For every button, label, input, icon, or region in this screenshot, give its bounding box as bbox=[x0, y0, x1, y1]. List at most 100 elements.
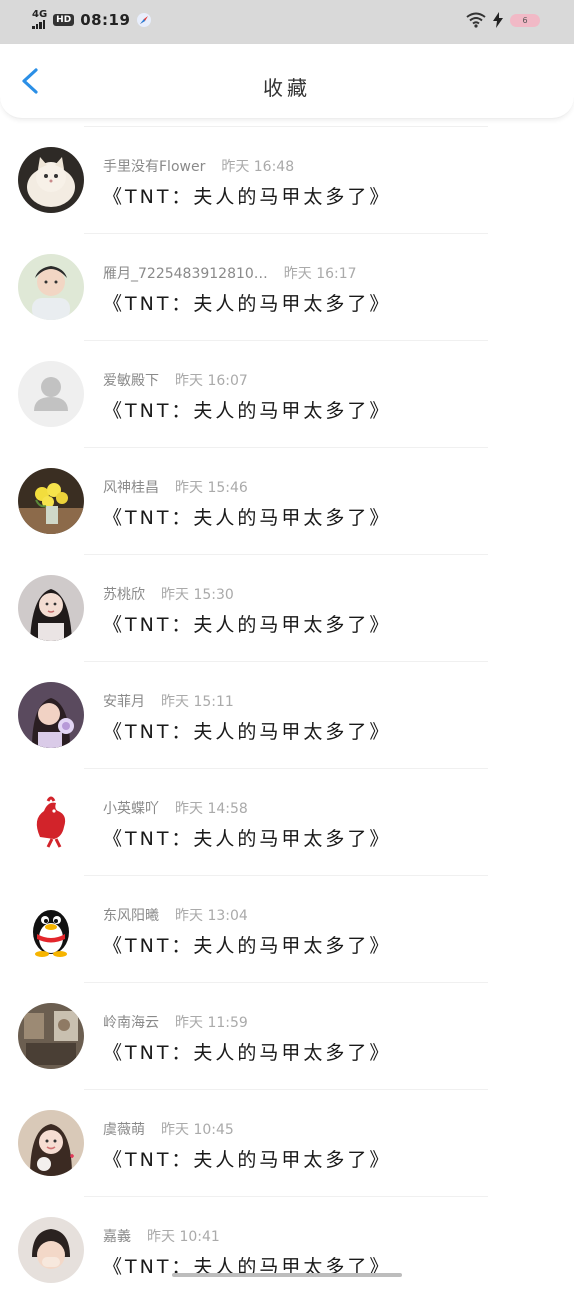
timestamp: 昨天 11:59 bbox=[175, 1015, 248, 1031]
avatar-image bbox=[18, 361, 84, 427]
item-meta: 苏桃欣 昨天 15:30 bbox=[103, 584, 234, 604]
wifi-icon bbox=[466, 12, 486, 28]
status-bar: 4G HD 08:19 6 bbox=[0, 0, 574, 44]
user-name[interactable]: 爱敏殿下 bbox=[103, 373, 159, 389]
avatar[interactable] bbox=[18, 1110, 84, 1176]
divider bbox=[84, 340, 488, 341]
user-name[interactable]: 雁月_7225483912810… bbox=[103, 266, 268, 282]
work-title[interactable]: 《TNT：夫人的马甲太多了》 bbox=[103, 503, 391, 530]
header: 收藏 bbox=[0, 44, 574, 119]
avatar[interactable] bbox=[18, 147, 84, 213]
timestamp: 昨天 15:46 bbox=[175, 480, 248, 496]
work-title[interactable]: 《TNT：夫人的马甲太多了》 bbox=[103, 182, 391, 209]
avatar-image bbox=[18, 682, 84, 748]
user-name[interactable]: 小英蝶吖 bbox=[103, 801, 159, 817]
avatar-image bbox=[18, 896, 84, 962]
user-name[interactable]: 风神桂昌 bbox=[103, 480, 159, 496]
avatar[interactable] bbox=[18, 468, 84, 534]
timestamp: 昨天 10:41 bbox=[147, 1229, 220, 1245]
item-meta: 嘉義 昨天 10:41 bbox=[103, 1226, 220, 1246]
status-left: 4G HD 08:19 bbox=[32, 10, 152, 29]
battery-level: 6 bbox=[522, 15, 528, 25]
work-title[interactable]: 《TNT：夫人的马甲太多了》 bbox=[103, 824, 391, 851]
favorite-item[interactable]: 安菲月 昨天 15:11 《TNT：夫人的马甲太多了》 bbox=[0, 661, 574, 768]
status-right: 6 bbox=[466, 12, 540, 28]
divider bbox=[84, 982, 488, 983]
favorite-item[interactable]: 雁月_7225483912810… 昨天 16:17 《TNT：夫人的马甲太多了》 bbox=[0, 233, 574, 340]
item-meta: 岭南海云 昨天 11:59 bbox=[103, 1012, 248, 1032]
favorite-item[interactable]: 嘉義 昨天 10:41 《TNT：夫人的马甲太多了》 bbox=[0, 1196, 574, 1303]
timestamp: 昨天 10:45 bbox=[161, 1122, 234, 1138]
favorite-item[interactable]: 手里没有Flower 昨天 16:48 《TNT：夫人的马甲太多了》 bbox=[0, 126, 574, 233]
item-meta: 虞薇萌 昨天 10:45 bbox=[103, 1119, 234, 1139]
avatar[interactable] bbox=[18, 254, 84, 320]
favorite-item[interactable]: 苏桃欣 昨天 15:30 《TNT：夫人的马甲太多了》 bbox=[0, 554, 574, 661]
timestamp: 昨天 16:17 bbox=[283, 266, 357, 282]
divider bbox=[84, 1196, 488, 1197]
timestamp: 昨天 16:48 bbox=[221, 159, 295, 175]
avatar-image bbox=[18, 254, 84, 320]
divider bbox=[84, 875, 488, 876]
work-title[interactable]: 《TNT：夫人的马甲太多了》 bbox=[103, 610, 391, 637]
clock: 08:19 bbox=[80, 10, 131, 29]
avatar-image bbox=[18, 468, 84, 534]
timestamp: 昨天 14:58 bbox=[175, 801, 248, 817]
user-name[interactable]: 手里没有Flower bbox=[103, 159, 205, 175]
charging-icon bbox=[493, 12, 503, 28]
item-meta: 雁月_7225483912810… 昨天 16:17 bbox=[103, 263, 357, 283]
divider bbox=[84, 768, 488, 769]
compass-app-icon bbox=[137, 12, 152, 27]
page-title: 收藏 bbox=[263, 76, 311, 100]
avatar-image bbox=[18, 575, 84, 641]
timestamp: 昨天 15:11 bbox=[161, 694, 234, 710]
favorite-item[interactable]: 爱敏殿下 昨天 16:07 《TNT：夫人的马甲太多了》 bbox=[0, 340, 574, 447]
user-name[interactable]: 安菲月 bbox=[103, 694, 145, 710]
work-title[interactable]: 《TNT：夫人的马甲太多了》 bbox=[103, 396, 391, 423]
favorite-item[interactable]: 虞薇萌 昨天 10:45 《TNT：夫人的马甲太多了》 bbox=[0, 1089, 574, 1196]
divider bbox=[84, 126, 488, 127]
avatar-image bbox=[18, 1217, 84, 1283]
battery-icon: 6 bbox=[510, 13, 540, 27]
home-indicator[interactable] bbox=[172, 1273, 402, 1277]
favorite-item[interactable]: 东风阳曦 昨天 13:04 《TNT：夫人的马甲太多了》 bbox=[0, 875, 574, 982]
avatar[interactable] bbox=[18, 1003, 84, 1069]
avatar[interactable] bbox=[18, 682, 84, 748]
user-name[interactable]: 虞薇萌 bbox=[103, 1122, 145, 1138]
avatar-image bbox=[18, 1110, 84, 1176]
work-title[interactable]: 《TNT：夫人的马甲太多了》 bbox=[103, 289, 391, 316]
user-name[interactable]: 苏桃欣 bbox=[103, 587, 145, 603]
work-title[interactable]: 《TNT：夫人的马甲太多了》 bbox=[103, 1038, 391, 1065]
item-meta: 手里没有Flower 昨天 16:48 bbox=[103, 156, 294, 176]
user-name[interactable]: 岭南海云 bbox=[103, 1015, 159, 1031]
avatar[interactable] bbox=[18, 575, 84, 641]
avatar-image bbox=[18, 147, 84, 213]
favorite-item[interactable]: 岭南海云 昨天 11:59 《TNT：夫人的马甲太多了》 bbox=[0, 982, 574, 1089]
user-name[interactable]: 嘉義 bbox=[103, 1229, 131, 1245]
avatar[interactable] bbox=[18, 361, 84, 427]
avatar[interactable] bbox=[18, 896, 84, 962]
favorite-item[interactable]: 风神桂昌 昨天 15:46 《TNT：夫人的马甲太多了》 bbox=[0, 447, 574, 554]
avatar-image bbox=[18, 1003, 84, 1069]
timestamp: 昨天 15:30 bbox=[161, 587, 234, 603]
hd-badge: HD bbox=[53, 13, 75, 26]
network-type: 4G bbox=[32, 9, 48, 20]
favorites-list: 手里没有Flower 昨天 16:48 《TNT：夫人的马甲太多了》 雁月_72254… bbox=[0, 126, 574, 1303]
avatar[interactable] bbox=[18, 789, 84, 855]
item-meta: 安菲月 昨天 15:11 bbox=[103, 691, 234, 711]
divider bbox=[84, 447, 488, 448]
divider bbox=[84, 233, 488, 234]
item-meta: 爱敏殿下 昨天 16:07 bbox=[103, 370, 248, 390]
divider bbox=[84, 661, 488, 662]
work-title[interactable]: 《TNT：夫人的马甲太多了》 bbox=[103, 931, 391, 958]
item-meta: 小英蝶吖 昨天 14:58 bbox=[103, 798, 248, 818]
item-meta: 东风阳曦 昨天 13:04 bbox=[103, 905, 248, 925]
item-meta: 风神桂昌 昨天 15:46 bbox=[103, 477, 248, 497]
user-name[interactable]: 东风阳曦 bbox=[103, 908, 159, 924]
avatar-image bbox=[18, 789, 84, 855]
work-title[interactable]: 《TNT：夫人的马甲太多了》 bbox=[103, 1145, 391, 1172]
divider bbox=[84, 1089, 488, 1090]
work-title[interactable]: 《TNT：夫人的马甲太多了》 bbox=[103, 717, 391, 744]
favorite-item[interactable]: 小英蝶吖 昨天 14:58 《TNT：夫人的马甲太多了》 bbox=[0, 768, 574, 875]
avatar[interactable] bbox=[18, 1217, 84, 1283]
signal-icon: 4G bbox=[32, 10, 47, 29]
